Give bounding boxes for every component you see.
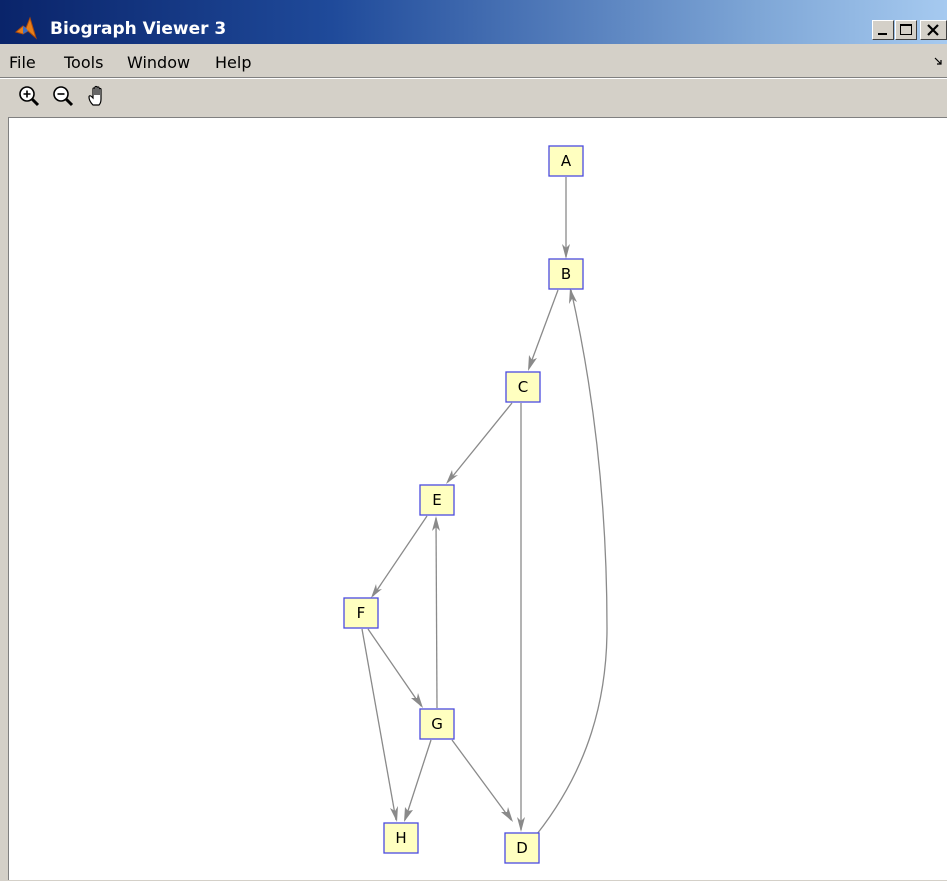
close-icon [927, 24, 939, 36]
menu-help[interactable]: Help [215, 53, 251, 72]
title-bar[interactable]: Biograph Viewer 3 [0, 0, 947, 44]
node-f[interactable]: F [343, 597, 379, 629]
zoom-out-button[interactable] [51, 84, 77, 110]
node-g-label: G [431, 715, 443, 733]
matlab-logo-icon [14, 16, 37, 40]
toolbar [0, 79, 947, 116]
magnifier-plus-icon [19, 86, 40, 107]
menu-window[interactable]: Window [127, 53, 190, 72]
node-d-label: D [516, 839, 528, 857]
hand-icon [88, 85, 102, 106]
edge-g-e [432, 516, 440, 709]
magnifier-minus-icon [53, 86, 74, 107]
menu-tools[interactable]: Tools [64, 53, 103, 72]
edge-a-b [562, 177, 570, 259]
node-e[interactable]: E [419, 484, 455, 516]
edge-g-h [404, 739, 432, 822]
node-c[interactable]: C [505, 371, 541, 403]
node-d[interactable]: D [504, 832, 540, 864]
zoom-in-button[interactable] [17, 84, 43, 110]
window-title: Biograph Viewer 3 [50, 19, 227, 39]
pan-button[interactable] [85, 84, 111, 110]
menu-bar: File Tools Window Help [0, 46, 947, 76]
node-c-label: C [518, 378, 528, 396]
node-g[interactable]: G [419, 708, 455, 740]
edge-f-h [361, 628, 398, 822]
node-f-label: F [357, 604, 366, 622]
edge-e-f [371, 515, 428, 598]
minimize-icon [878, 33, 887, 35]
node-b[interactable]: B [548, 258, 584, 290]
node-a-label: A [561, 152, 572, 170]
edge-f-g [367, 628, 423, 708]
node-a[interactable]: A [548, 145, 584, 177]
close-button[interactable] [920, 20, 947, 40]
edge-c-d [517, 403, 525, 832]
biograph-viewer-window: Biograph Viewer 3 File Tools Window Help [0, 0, 947, 880]
graph-canvas[interactable]: A B C D E F G H [8, 117, 947, 880]
node-b-label: B [561, 265, 571, 283]
maximize-button[interactable] [895, 20, 917, 40]
edge-g-d [451, 739, 513, 822]
minimize-button[interactable] [872, 20, 894, 40]
maximize-icon [900, 24, 912, 35]
menu-file[interactable]: File [9, 53, 36, 72]
dock-arrow-icon[interactable] [934, 56, 944, 66]
graph-diagram: A B C D E F G H [343, 145, 608, 864]
edge-c-e [446, 402, 513, 484]
node-e-label: E [432, 491, 441, 509]
node-h[interactable]: H [383, 822, 419, 854]
edge-d-b [536, 288, 608, 835]
node-h-label: H [395, 829, 406, 847]
edge-b-c [528, 289, 559, 371]
